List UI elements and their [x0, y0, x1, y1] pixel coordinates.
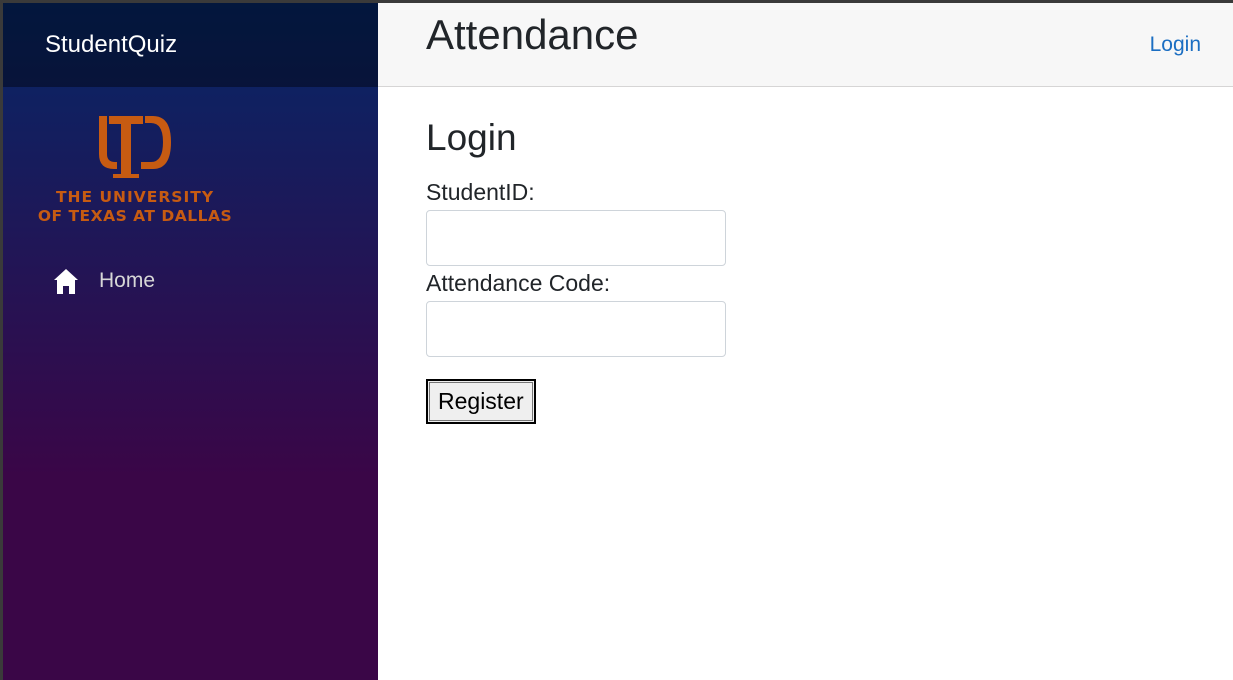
page-title: Attendance: [426, 11, 639, 58]
sidebar: StudentQuiz THE UNIVERSITY OF TEXAS AT D…: [0, 3, 378, 680]
student-id-input[interactable]: [426, 210, 726, 266]
main-content: Login StudentID: Attendance Code: Regist…: [426, 115, 726, 424]
login-link[interactable]: Login: [1150, 33, 1201, 57]
attendance-code-input[interactable]: [426, 301, 726, 357]
attendance-code-label: Attendance Code:: [426, 270, 611, 296]
logo-line-1: THE UNIVERSITY: [56, 188, 214, 206]
student-id-label: StudentID:: [426, 179, 535, 205]
logo-line-2: OF TEXAS AT DALLAS: [38, 207, 232, 225]
brand-bar: StudentQuiz: [3, 3, 378, 87]
sidebar-item-home[interactable]: Home: [51, 263, 155, 299]
sidebar-item-label: Home: [99, 269, 156, 292]
brand-link[interactable]: StudentQuiz: [45, 31, 177, 59]
utd-logo: THE UNIVERSITY OF TEXAS AT DALLAS: [38, 116, 232, 225]
utd-monogram-icon: [99, 116, 171, 178]
form-title: Login: [426, 117, 517, 158]
register-button[interactable]: Register: [426, 379, 536, 424]
app-window: StudentQuiz THE UNIVERSITY OF TEXAS AT D…: [0, 0, 1233, 680]
home-icon: [51, 266, 81, 296]
top-bar: Attendance Login: [378, 3, 1233, 87]
